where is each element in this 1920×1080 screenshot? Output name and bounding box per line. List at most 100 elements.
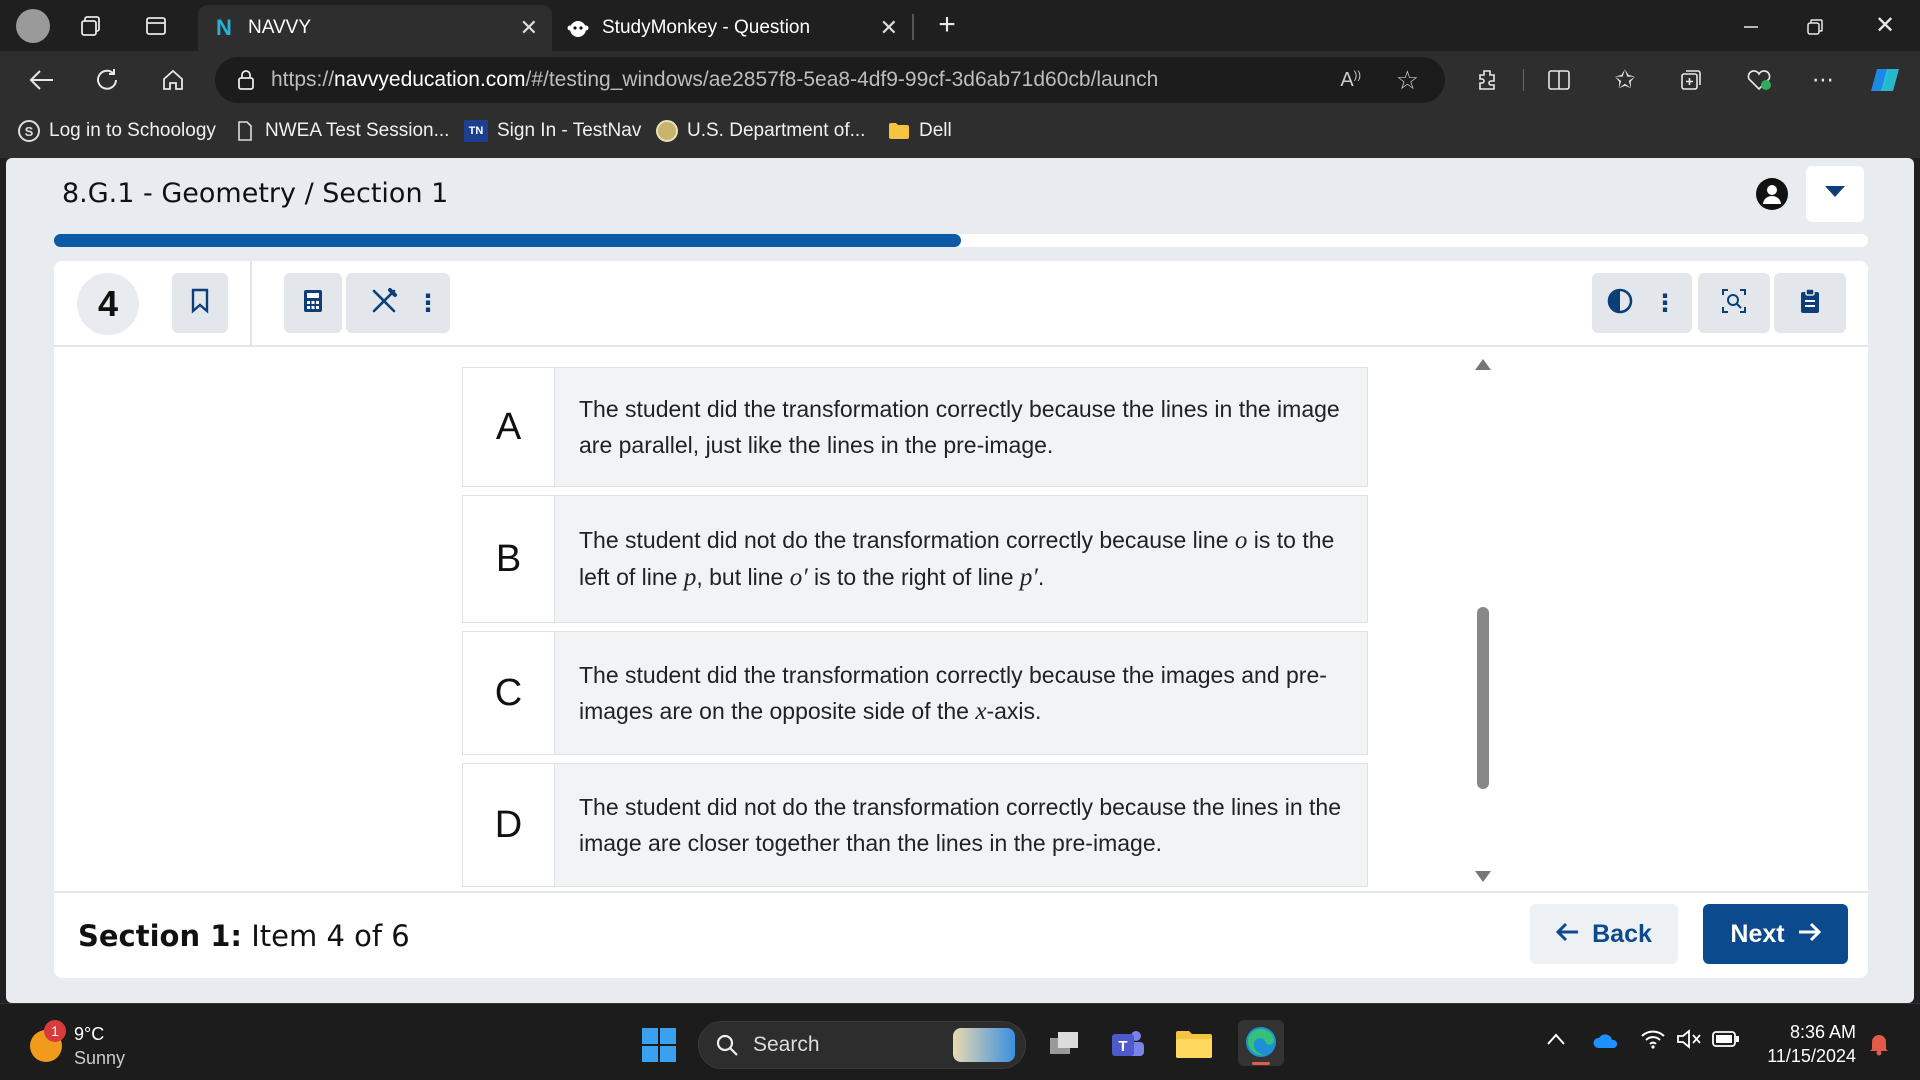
weather-widget[interactable]: 1 9°C Sunny <box>30 1020 126 1070</box>
answer-choice-d[interactable]: D The student did not do the transformat… <box>462 763 1368 887</box>
bookmark-us-dept[interactable]: U.S. Department of... <box>656 120 865 142</box>
back-button[interactable]: Back <box>1530 904 1678 964</box>
tab-studymonkey[interactable]: StudyMonkey - Question ✕ <box>556 5 912 51</box>
clipboard-button[interactable] <box>1774 273 1846 333</box>
close-tab-icon[interactable]: ✕ <box>520 15 538 41</box>
next-label: Next <box>1730 919 1785 948</box>
weather-temp: 9°C <box>74 1024 105 1044</box>
collections-icon[interactable] <box>1676 65 1706 95</box>
calculator-button[interactable] <box>284 273 342 333</box>
browser-essentials-icon[interactable] <box>1744 65 1774 95</box>
onedrive-icon[interactable] <box>1592 1032 1620 1055</box>
tools-button[interactable]: ⋮ <box>346 273 450 333</box>
url-host: navvyeducation.com <box>334 68 526 91</box>
sun-icon: 1 <box>30 1020 66 1062</box>
zoom-button[interactable] <box>1698 273 1770 333</box>
next-button[interactable]: Next <box>1703 904 1848 964</box>
clock-date: 11/15/2024 <box>1767 1046 1856 1066</box>
task-view-icon[interactable] <box>1044 1024 1084 1064</box>
minimize-icon[interactable] <box>1736 12 1766 42</box>
choice-letter: B <box>463 496 555 622</box>
more-vertical-icon[interactable]: ⋮ <box>416 289 440 318</box>
studymonkey-logo-icon <box>566 16 590 40</box>
search-highlight-icon <box>953 1028 1015 1062</box>
bookmark-label: NWEA Test Session... <box>265 120 450 141</box>
favorite-star-icon[interactable]: ☆ <box>1396 65 1419 96</box>
more-options-icon[interactable]: ⋯ <box>1808 65 1838 95</box>
battery-icon[interactable] <box>1712 1030 1740 1053</box>
back-nav-icon[interactable] <box>26 65 58 95</box>
url-prefix: https:// <box>271 68 335 91</box>
wifi-icon[interactable] <box>1640 1028 1666 1055</box>
question-content: A The student did the transformation cor… <box>54 349 1868 891</box>
user-account-icon[interactable] <box>1756 178 1788 210</box>
bookmark-label: Sign In - TestNav <box>497 120 642 141</box>
start-icon[interactable] <box>642 1028 676 1062</box>
menu-dropdown-button[interactable] <box>1806 166 1864 222</box>
arrow-left-icon <box>1555 920 1580 949</box>
weather-desc: Sunny <box>74 1048 126 1068</box>
refresh-icon[interactable] <box>92 65 122 95</box>
scroll-down-arrow-icon[interactable] <box>1475 871 1491 882</box>
taskbar-search[interactable]: Search <box>698 1021 1026 1069</box>
bookmark-label: Dell <box>919 120 952 141</box>
calculator-icon <box>303 289 323 318</box>
page-title: 8.G.1 - Geometry / Section 1 <box>62 178 449 209</box>
bookmark-dell[interactable]: Dell <box>888 120 952 142</box>
toolbar-separator <box>250 261 252 347</box>
bookmark-label: U.S. Department of... <box>687 120 866 141</box>
file-explorer-icon[interactable] <box>1174 1024 1214 1064</box>
address-bar-row: https://navvyeducation.com/#/testing_win… <box>0 51 1920 108</box>
favorites-icon[interactable]: ✩ <box>1610 65 1640 95</box>
bookmarks-bar: S Log in to Schoology NWEA Test Session.… <box>0 108 1920 158</box>
more-vertical-icon[interactable]: ⋮ <box>1653 289 1677 318</box>
answer-choice-c[interactable]: C The student did the transformation cor… <box>462 631 1368 755</box>
workspaces-icon[interactable] <box>78 12 106 40</box>
edge-browser-icon[interactable] <box>1238 1020 1284 1066</box>
search-icon <box>715 1033 739 1057</box>
restore-icon[interactable] <box>1800 12 1830 42</box>
choice-text: The student did the transformation corre… <box>579 396 1340 458</box>
profile-avatar-icon[interactable] <box>16 9 50 43</box>
bookmark-icon <box>190 288 210 319</box>
choice-letter: A <box>463 368 555 486</box>
url-path: /#/testing_windows/ae2857f8-5ea8-4df9-99… <box>525 68 1159 91</box>
home-icon[interactable] <box>158 65 188 95</box>
read-aloud-icon[interactable]: A)) <box>1340 69 1361 92</box>
bookmark-nwea[interactable]: NWEA Test Session... <box>234 120 449 142</box>
answer-choice-b[interactable]: B The student did not do the transformat… <box>462 495 1368 623</box>
page-icon <box>234 120 256 142</box>
choice-text: The student did the transformation corre… <box>579 661 1327 725</box>
browser-tab-bar: N NAVVY ✕ StudyMonkey - Question ✕ + ✕ <box>0 0 1920 51</box>
tab-divider <box>912 14 914 40</box>
system-clock[interactable]: 8:36 AM 11/15/2024 <box>1750 1020 1856 1068</box>
copilot-icon[interactable] <box>1868 63 1904 97</box>
bookmark-question-button[interactable] <box>172 273 228 333</box>
choice-letter: C <box>463 632 555 754</box>
address-bar[interactable]: https://navvyeducation.com/#/testing_win… <box>215 57 1445 103</box>
contrast-button[interactable]: ⋮ <box>1592 273 1692 333</box>
show-hidden-icons-icon[interactable] <box>1546 1030 1566 1051</box>
notification-bell-icon[interactable] <box>1868 1032 1890 1061</box>
split-screen-icon[interactable] <box>1544 65 1574 95</box>
schoology-icon: S <box>18 120 40 142</box>
testnav-icon: TN <box>464 120 488 142</box>
teams-icon[interactable]: T <box>1108 1024 1148 1064</box>
volume-muted-icon[interactable] <box>1676 1028 1702 1055</box>
close-window-icon[interactable]: ✕ <box>1870 10 1900 40</box>
lock-icon[interactable] <box>237 69 255 91</box>
tab-navvy[interactable]: N NAVVY ✕ <box>198 5 552 51</box>
answer-choice-a[interactable]: A The student did the transformation cor… <box>462 367 1368 487</box>
progress-fill <box>54 234 961 247</box>
new-tab-icon[interactable]: + <box>932 8 962 41</box>
close-tab-icon[interactable]: ✕ <box>880 15 898 41</box>
bookmark-testnav[interactable]: TN Sign In - TestNav <box>464 120 641 142</box>
folder-icon <box>888 120 910 142</box>
toolbar-divider <box>1523 69 1524 91</box>
extensions-icon[interactable] <box>1472 65 1502 95</box>
bookmark-schoology[interactable]: S Log in to Schoology <box>18 120 216 142</box>
scroll-up-arrow-icon[interactable] <box>1475 359 1491 370</box>
section-item-label: Section 1: Item 4 of 6 <box>78 919 410 953</box>
tab-actions-icon[interactable] <box>142 12 170 40</box>
scrollbar-thumb[interactable] <box>1477 607 1489 789</box>
